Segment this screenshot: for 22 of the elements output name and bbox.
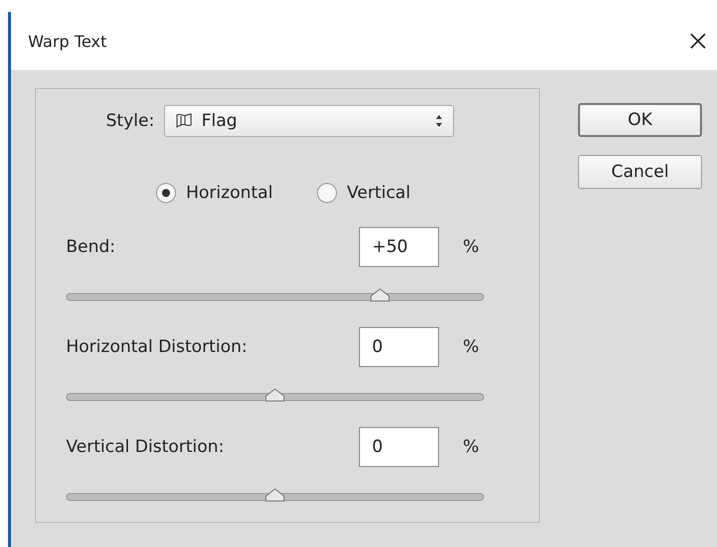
dialog-button[interactable]: Cancel xyxy=(578,155,702,189)
slider-label: Vertical Distortion: xyxy=(66,437,226,457)
slider-label: Horizontal Distortion: xyxy=(66,337,248,357)
value-field[interactable]: 0 xyxy=(359,427,439,467)
flag-icon xyxy=(175,113,194,129)
spinner-icon xyxy=(435,114,444,128)
slider-label: Bend: xyxy=(66,237,116,257)
close-icon[interactable] xyxy=(689,32,707,50)
slider-thumb[interactable] xyxy=(370,288,390,302)
dialog-button[interactable]: OK xyxy=(578,103,702,137)
percent-unit: % xyxy=(462,437,479,457)
slider-thumb[interactable] xyxy=(265,488,285,502)
percent-unit: % xyxy=(462,337,479,357)
value-field[interactable]: 0 xyxy=(359,327,439,367)
percent-unit: % xyxy=(462,237,479,257)
slider-thumb[interactable] xyxy=(265,388,285,402)
radio-option[interactable]: Horizontal xyxy=(156,183,273,203)
radio-option[interactable]: Vertical xyxy=(316,183,410,203)
style-dropdown[interactable]: Flag xyxy=(164,105,454,137)
style-label: Style: xyxy=(106,111,154,131)
value-field[interactable]: +50 xyxy=(359,227,439,267)
window-title: Warp Text xyxy=(28,32,107,50)
